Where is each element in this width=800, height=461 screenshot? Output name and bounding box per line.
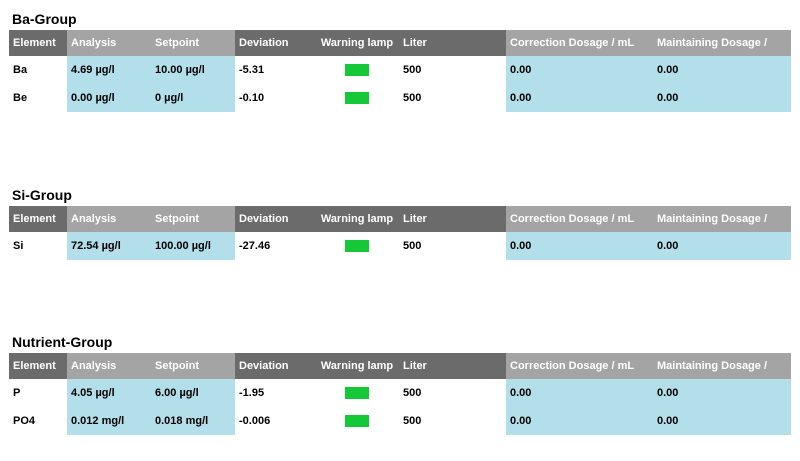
- header-warning-lamp: Warning lamp: [315, 30, 399, 56]
- cell-correction: 0.00: [506, 56, 653, 84]
- header-liter: Liter: [399, 353, 506, 379]
- cell-deviation: -27.46: [235, 232, 315, 260]
- cell-analysis: 72.54 µg/l: [67, 232, 151, 260]
- warning-lamp-icon: [345, 387, 369, 399]
- cell-setpoint: 6.00 µg/l: [151, 379, 235, 407]
- cell-correction: 0.00: [506, 232, 653, 260]
- cell-deviation: -5.31: [235, 56, 315, 84]
- header-analysis: Analysis: [67, 206, 151, 232]
- table-header: Element Analysis Setpoint Deviation Warn…: [9, 206, 791, 232]
- header-analysis: Analysis: [67, 30, 151, 56]
- warning-lamp-icon: [345, 64, 369, 76]
- cell-element: Ba: [9, 56, 67, 84]
- header-analysis: Analysis: [67, 353, 151, 379]
- header-correction-dosage: Correction Dosage / mL: [506, 353, 653, 379]
- cell-warning-lamp: [315, 84, 399, 112]
- cell-setpoint: 0 µg/l: [151, 84, 235, 112]
- cell-analysis: 4.69 µg/l: [67, 56, 151, 84]
- cell-liter: 500: [399, 84, 506, 112]
- cell-element: P: [9, 379, 67, 407]
- group-title: Nutrient-Group: [12, 334, 113, 350]
- cell-liter: 500: [399, 407, 506, 435]
- table-row: Ba 4.69 µg/l 10.00 µg/l -5.31 500 0.00 0…: [9, 56, 791, 84]
- table-row: PO4 0.012 mg/l 0.018 mg/l -0.006 500 0.0…: [9, 407, 791, 435]
- group-title: Si-Group: [12, 187, 72, 203]
- cell-liter: 500: [399, 232, 506, 260]
- cell-liter: 500: [399, 379, 506, 407]
- cell-element: Si: [9, 232, 67, 260]
- header-liter: Liter: [399, 30, 506, 56]
- header-deviation: Deviation: [235, 353, 315, 379]
- cell-element: PO4: [9, 407, 67, 435]
- table-row: Si 72.54 µg/l 100.00 µg/l -27.46 500 0.0…: [9, 232, 791, 260]
- cell-maintaining: 0.00: [653, 407, 791, 435]
- header-setpoint: Setpoint: [151, 206, 235, 232]
- cell-warning-lamp: [315, 407, 399, 435]
- header-maintaining-dosage: Maintaining Dosage /: [653, 206, 791, 232]
- cell-analysis: 4.05 µg/l: [67, 379, 151, 407]
- header-deviation: Deviation: [235, 30, 315, 56]
- header-element: Element: [9, 206, 67, 232]
- cell-maintaining: 0.00: [653, 379, 791, 407]
- cell-warning-lamp: [315, 232, 399, 260]
- cell-deviation: -0.10: [235, 84, 315, 112]
- group-ba: Ba-Group Element Analysis Setpoint Devia…: [9, 8, 791, 112]
- header-correction-dosage: Correction Dosage / mL: [506, 30, 653, 56]
- cell-maintaining: 0.00: [653, 232, 791, 260]
- cell-deviation: -0.006: [235, 407, 315, 435]
- header-deviation: Deviation: [235, 206, 315, 232]
- header-setpoint: Setpoint: [151, 30, 235, 56]
- cell-correction: 0.00: [506, 84, 653, 112]
- cell-setpoint: 100.00 µg/l: [151, 232, 235, 260]
- header-warning-lamp: Warning lamp: [315, 353, 399, 379]
- cell-warning-lamp: [315, 379, 399, 407]
- header-maintaining-dosage: Maintaining Dosage /: [653, 353, 791, 379]
- cell-warning-lamp: [315, 56, 399, 84]
- cell-analysis: 0.012 mg/l: [67, 407, 151, 435]
- header-element: Element: [9, 30, 67, 56]
- cell-deviation: -1.95: [235, 379, 315, 407]
- group-si: Si-Group Element Analysis Setpoint Devia…: [9, 184, 791, 260]
- warning-lamp-icon: [345, 415, 369, 427]
- header-setpoint: Setpoint: [151, 353, 235, 379]
- cell-liter: 500: [399, 56, 506, 84]
- warning-lamp-icon: [345, 92, 369, 104]
- table-row: Be 0.00 µg/l 0 µg/l -0.10 500 0.00 0.00: [9, 84, 791, 112]
- cell-element: Be: [9, 84, 67, 112]
- header-element: Element: [9, 353, 67, 379]
- header-correction-dosage: Correction Dosage / mL: [506, 206, 653, 232]
- header-warning-lamp: Warning lamp: [315, 206, 399, 232]
- table-row: P 4.05 µg/l 6.00 µg/l -1.95 500 0.00 0.0…: [9, 379, 791, 407]
- header-maintaining-dosage: Maintaining Dosage /: [653, 30, 791, 56]
- cell-correction: 0.00: [506, 379, 653, 407]
- header-liter: Liter: [399, 206, 506, 232]
- cell-analysis: 0.00 µg/l: [67, 84, 151, 112]
- cell-correction: 0.00: [506, 407, 653, 435]
- group-title: Ba-Group: [12, 11, 77, 27]
- table-header: Element Analysis Setpoint Deviation Warn…: [9, 30, 791, 56]
- table-header: Element Analysis Setpoint Deviation Warn…: [9, 353, 791, 379]
- cell-maintaining: 0.00: [653, 84, 791, 112]
- warning-lamp-icon: [345, 240, 369, 252]
- cell-setpoint: 0.018 mg/l: [151, 407, 235, 435]
- cell-setpoint: 10.00 µg/l: [151, 56, 235, 84]
- cell-maintaining: 0.00: [653, 56, 791, 84]
- group-nutrient: Nutrient-Group Element Analysis Setpoint…: [9, 331, 791, 435]
